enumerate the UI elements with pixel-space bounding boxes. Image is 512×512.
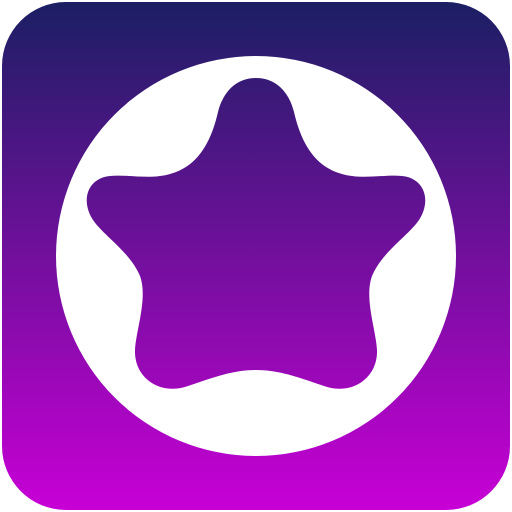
app-icon — [0, 0, 512, 512]
app-icon-graphic — [2, 2, 510, 510]
